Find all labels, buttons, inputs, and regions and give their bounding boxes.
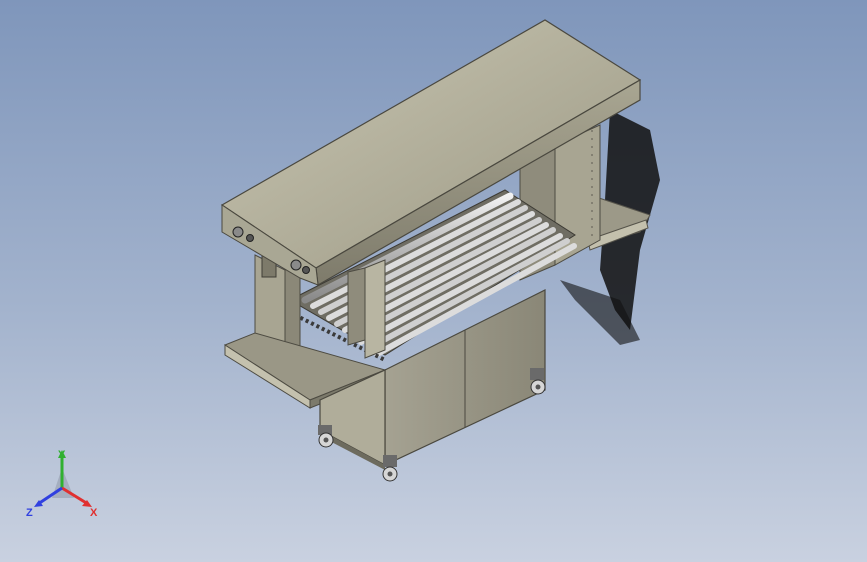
cad-viewport[interactable]: Y X Z — [0, 0, 867, 562]
y-axis-label: Y — [58, 449, 66, 461]
z-axis-label: Z — [26, 507, 33, 519]
axis-triad: Y X Z — [26, 449, 98, 519]
guide-posts — [347, 259, 386, 359]
conveyor-machine-model[interactable] — [0, 0, 867, 562]
x-axis-label: X — [90, 507, 98, 519]
caster-front-right — [382, 455, 398, 482]
caster-front-left — [318, 425, 334, 448]
